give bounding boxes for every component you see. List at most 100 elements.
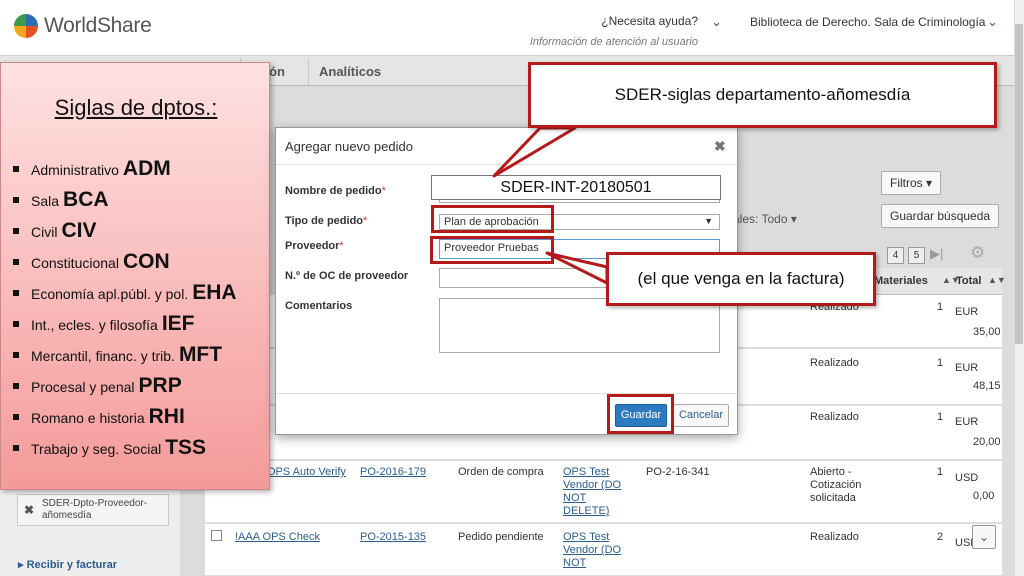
help-menu[interactable]: ¿Necesita ayuda? [560,14,698,28]
chevron-down-icon[interactable]: ⌄ [711,14,722,30]
row-status: Realizado [810,411,859,423]
vendor-link[interactable]: OPS Test Vendor (DO NOT [563,531,628,570]
list-item: Trabajo y seg. Social TSS [13,436,237,467]
vendor-label: Proveedor* [285,240,344,252]
top-header: WorldShare ¿Necesita ayuda? Información … [0,0,1014,56]
cancel-button[interactable]: Cancelar [673,404,729,427]
dept-abbr: BCA [63,188,109,211]
list-item: Int., ecles. y filosofía IEF [13,312,237,343]
abbreviation-list: Administrativo ADM Sala BCA Civil CIV Const… [13,157,237,467]
order-number-link[interactable]: PO-2015-135 [360,531,426,544]
column-materiales[interactable]: Materiales [874,275,928,287]
chip-label: SDER-Dpto-Proveedor-añomesdía [42,498,148,521]
materials-filter-label: ales: Todo [733,212,788,226]
list-item: Mercantil, financ. y trib. MFT [13,343,237,374]
vendor-po: PO-2-16-341 [646,466,710,478]
dept-abbr: ADM [122,157,171,180]
order-name-link[interactable]: OPS Auto Verify [267,466,346,479]
order-name-label: Nombre de pedido* [285,185,386,197]
list-item: Procesal y penal PRP [13,374,237,405]
dept-name: Economía apl.públ. y pol. [31,286,189,302]
caret-down-icon: ▾ [790,212,797,226]
filters-button[interactable]: Filtros ▾ [881,171,942,195]
caret-down-icon: ▼ [704,216,713,226]
page-5-button[interactable]: 5 [908,247,925,264]
dept-abbr: CIV [61,219,97,242]
sort-icon[interactable]: ▲▼ [988,275,1006,285]
row-checkbox[interactable] [211,530,222,541]
active-filter-chip[interactable]: ✖ SDER-Dpto-Proveedor-añomesdía [17,494,169,526]
dialog-title: Agregar nuevo pedido [285,139,413,154]
list-item: Economía apl.públ. y pol. EHA [13,281,237,312]
highlight-order-type [431,205,554,233]
comments-textarea[interactable] [439,298,720,353]
worldshare-logo[interactable]: WorldShare [14,14,152,38]
close-icon[interactable]: ✖ [24,504,34,516]
order-type-label: Tipo de pedido* [285,215,368,227]
last-page-icon[interactable]: ▶| [930,246,943,262]
column-total[interactable]: Total [956,275,981,287]
gear-icon[interactable]: ⚙ [970,243,985,263]
order-name-input[interactable]: SDER-INT-20180501 [431,175,721,200]
order-type: Pedido pendiente [458,531,544,543]
row-total: 35,00 [973,326,1001,338]
divider [276,164,737,165]
order-number-link[interactable]: PO-2016-179 [360,466,426,479]
save-search-button[interactable]: Guardar búsqueda [881,204,1000,228]
list-item: Constitucional CON [13,250,237,281]
row-materials: 1 [937,357,944,369]
row-materials: 2 [937,531,944,543]
help-subtitle: Información de atención al usuario [529,36,698,48]
dept-name: Constitucional [31,255,119,271]
filters-label: Filtros [890,176,923,190]
row-status: Abierto - Cotización solicitada [810,466,862,504]
row-total: 20,00 [973,436,1001,448]
comments-label: Comentarios [285,300,353,312]
table-row[interactable]: !AAA OPS Check PO-2015-135 Pedido pendie… [205,524,1002,576]
dept-abbr: EHA [192,281,237,304]
row-currency: EUR [955,416,979,428]
receive-invoice-label: Recibir y facturar [26,559,118,571]
close-icon[interactable]: ✖ [714,138,726,155]
row-currency: EUR [955,306,979,318]
dept-name: Civil [31,224,58,240]
chevron-down-icon[interactable]: ⌄ [987,14,998,30]
naming-callout: SDER-siglas departamento-añomesdía [528,62,997,128]
order-name-link[interactable]: !AAA OPS Check [235,531,320,544]
page-4-button[interactable]: 4 [887,247,904,264]
dept-name: Administrativo [31,162,119,178]
list-item: Administrativo ADM [13,157,237,188]
dept-name: Trabajo y seg. Social [31,441,162,457]
row-currency: USD [955,472,979,484]
vendor-link[interactable]: OPS Test Vendor (DO NOT DELETE) [563,466,628,518]
library-selector[interactable]: Biblioteca de Derecho. Sala de Criminolo… [750,15,985,29]
scroll-down-button[interactable]: ⌄ [972,525,996,549]
dept-abbr: MFT [178,343,223,366]
dept-abbr: RHI [148,405,185,428]
highlight-vendor [430,236,554,264]
table-row[interactable]: OPS Auto Verify PO-2016-179 Orden de com… [205,461,1002,523]
tab-analiticos[interactable]: Analíticos [308,58,391,86]
vendor-hint-callout: (el que venga en la factura) [606,252,876,306]
row-currency: EUR [955,362,979,374]
list-item: Civil CIV [13,219,237,250]
note-title: Siglas de dptos.: [54,95,218,120]
row-materials: 1 [937,411,944,423]
dept-name: Procesal y penal [31,379,135,395]
row-status: Realizado [810,357,859,369]
help-question: ¿Necesita ayuda? [601,14,698,28]
worldshare-logo-icon [14,14,38,38]
scrollbar-thumb[interactable] [1015,24,1023,344]
materials-filter[interactable]: ales: Todo ▾ [733,212,797,226]
order-type: Orden de compra [458,466,544,478]
row-status: Realizado [810,531,859,543]
list-item: Romano e historia RHI [13,405,237,436]
dept-name: Sala [31,193,60,209]
highlight-save-button [607,394,674,434]
receive-invoice-link[interactable]: ▸ Recibir y facturar [18,558,117,571]
dept-abbr: PRP [138,374,182,397]
vendor-po-label: N.º de OC de proveedor [285,270,409,282]
dept-name: Int., ecles. y filosofía [31,317,158,333]
row-materials: 1 [937,466,944,478]
dept-abbr: IEF [161,312,195,335]
